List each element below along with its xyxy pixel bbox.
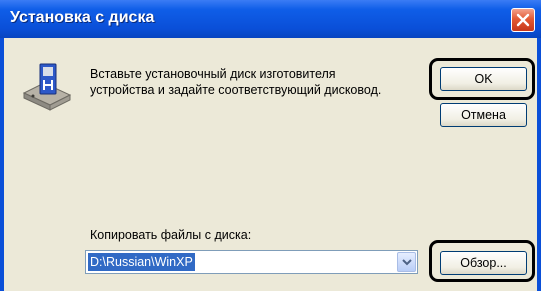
dropdown-button[interactable] (397, 252, 416, 272)
install-disk-icon (22, 63, 72, 111)
title-bar[interactable]: Установка с диска (0, 0, 541, 38)
path-value[interactable]: D:\Russian\WinXP (88, 253, 195, 271)
window-title: Установка с диска (10, 9, 155, 26)
chevron-down-icon (402, 259, 412, 266)
cancel-button[interactable]: Отмена (440, 103, 527, 127)
instruction-line-2: устройства и задайте соответствующий дис… (90, 83, 382, 97)
copy-from-path-combobox[interactable]: D:\Russian\WinXP (85, 250, 418, 274)
browse-button[interactable]: Обзор... (440, 251, 527, 275)
window-frame-right (537, 38, 541, 291)
close-icon (516, 13, 530, 27)
copy-from-label: Копировать файлы с диска: (90, 228, 252, 242)
instruction-text: Вставьте установочный диск изготовителя … (90, 66, 430, 98)
instruction-line-1: Вставьте установочный диск изготовителя (90, 67, 336, 81)
ok-button[interactable]: OK (440, 67, 527, 91)
install-from-disk-dialog: Установка с диска Вставьте установочный … (0, 0, 541, 291)
close-button[interactable] (511, 8, 535, 32)
